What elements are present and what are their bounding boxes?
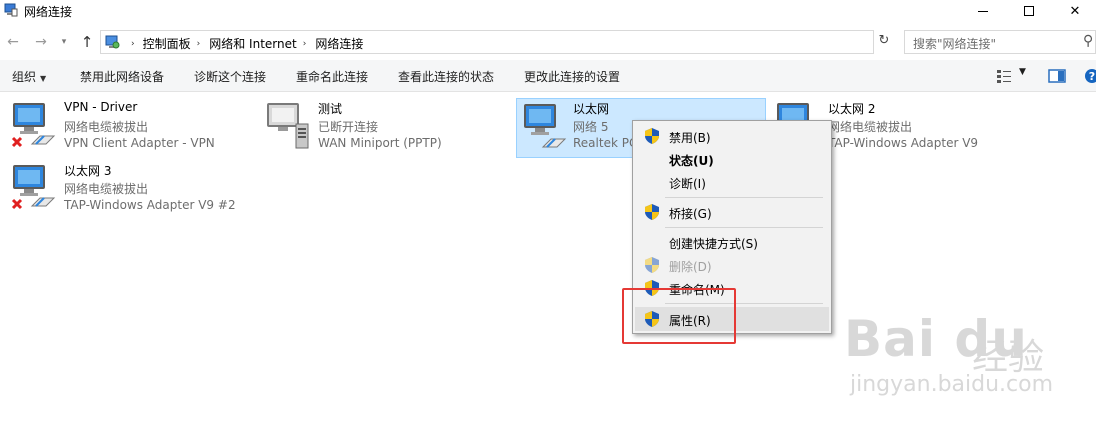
preview-pane-icon[interactable] bbox=[1048, 68, 1066, 84]
address-bar[interactable]: › 控制面板 › 网络和 Internet › 网络连接 ⌄ bbox=[100, 30, 968, 54]
menu-item-disable[interactable]: 禁用(B) bbox=[635, 125, 829, 147]
connection-name: VPN - Driver bbox=[64, 100, 138, 114]
menu-item-label: 禁用(B) bbox=[669, 131, 711, 145]
uac-shield-icon bbox=[645, 204, 659, 220]
network-disconnected-icon bbox=[11, 103, 56, 148]
dialup-connection-icon bbox=[267, 103, 309, 149]
diagnose-button[interactable]: 诊断这个连接 bbox=[194, 68, 266, 85]
breadcrumb-separator-icon[interactable]: › bbox=[197, 39, 201, 49]
connection-device: TAP-Windows Adapter V9 bbox=[828, 136, 979, 150]
menu-item-create-shortcut[interactable]: 创建快捷方式(S) bbox=[635, 231, 829, 253]
menu-item-label: 创建快捷方式(S) bbox=[669, 237, 758, 251]
connection-name: 以太网 bbox=[573, 102, 610, 116]
command-bar: 组织 ▼ 禁用此网络设备 诊断这个连接 重命名此连接 查看此连接的状态 更改此连接… bbox=[0, 60, 1096, 92]
menu-separator bbox=[665, 227, 823, 228]
menu-item-label: 状态(U) bbox=[669, 154, 714, 168]
breadcrumb-network-internet[interactable]: 网络和 Internet bbox=[209, 35, 296, 52]
close-button[interactable]: ✕ bbox=[1052, 0, 1096, 22]
uac-shield-icon bbox=[645, 128, 659, 144]
back-arrow-icon[interactable]: ← bbox=[4, 32, 22, 52]
connection-device: VPN Client Adapter - VPN bbox=[64, 136, 215, 150]
view-status-button[interactable]: 查看此连接的状态 bbox=[398, 68, 494, 85]
connection-name: 测试 bbox=[318, 102, 343, 116]
highlight-annotation-box bbox=[622, 288, 736, 344]
menu-item-diagnose[interactable]: 诊断(I) bbox=[635, 171, 829, 193]
recent-locations-chevron-icon[interactable]: ▾ bbox=[58, 32, 70, 52]
network-connections-icon bbox=[4, 3, 18, 17]
connection-item-test[interactable]: 测试 已断开连接 WAN Miniport (PPTP) bbox=[264, 100, 504, 158]
maximize-button[interactable] bbox=[1006, 0, 1052, 22]
menu-item-bridge[interactable]: 桥接(G) bbox=[635, 201, 829, 223]
breadcrumb: › 控制面板 › 网络和 Internet › 网络连接 bbox=[127, 35, 363, 52]
up-arrow-icon[interactable]: ↑ bbox=[78, 32, 96, 52]
network-connected-icon bbox=[524, 104, 567, 148]
control-panel-icon bbox=[105, 35, 120, 49]
minimize-button[interactable] bbox=[960, 0, 1006, 22]
menu-item-status[interactable]: 状态(U) bbox=[635, 148, 829, 170]
connection-status: 已断开连接 bbox=[318, 120, 379, 134]
menu-item-label: 诊断(I) bbox=[669, 177, 706, 191]
menu-item-label: 删除(D) bbox=[669, 260, 712, 274]
uac-shield-icon bbox=[645, 257, 659, 273]
connection-status: 网络电缆被拔出 bbox=[64, 120, 149, 134]
view-dropdown-chevron-icon[interactable]: ▼ bbox=[1019, 67, 1026, 77]
navigation-bar: ← → ▾ ↑ › 控制面板 › 网络和 Internet › 网络连接 ⌄ ↻… bbox=[0, 28, 1096, 56]
organize-button[interactable]: 组织 ▼ bbox=[12, 68, 46, 85]
chevron-down-icon: ▼ bbox=[40, 74, 47, 83]
breadcrumb-separator-icon[interactable]: › bbox=[303, 39, 307, 49]
menu-separator bbox=[665, 197, 823, 198]
search-icon[interactable]: ⚲ bbox=[1083, 33, 1093, 49]
connection-name: 以太网 3 bbox=[64, 164, 112, 178]
view-options-icon[interactable] bbox=[996, 68, 1012, 84]
menu-item-label: 桥接(G) bbox=[669, 207, 712, 221]
breadcrumb-network-connections[interactable]: 网络连接 bbox=[315, 35, 363, 52]
connection-status: 网络电缆被拔出 bbox=[64, 182, 149, 196]
connection-item-vpn-driver[interactable]: VPN - Driver 网络电缆被拔出 VPN Client Adapter … bbox=[10, 100, 250, 158]
connection-device: Realtek PC bbox=[573, 136, 638, 150]
connection-status: 网络 5 bbox=[573, 120, 609, 134]
help-icon[interactable]: ? bbox=[1084, 68, 1096, 84]
refresh-icon[interactable]: ↻ bbox=[876, 32, 892, 50]
organize-label: 组织 bbox=[12, 70, 37, 84]
network-disconnected-icon bbox=[11, 165, 56, 210]
svg-text:?: ? bbox=[1089, 70, 1095, 83]
title-bar: 网络连接 ✕ bbox=[0, 0, 1096, 22]
connection-name: 以太网 2 bbox=[828, 102, 876, 116]
change-settings-button[interactable]: 更改此连接的设置 bbox=[524, 68, 620, 85]
search-input[interactable]: 搜索"网络连接" bbox=[913, 35, 996, 52]
watermark-url: jingyan.baidu.com bbox=[850, 372, 1054, 397]
rename-button[interactable]: 重命名此连接 bbox=[296, 68, 368, 85]
window-title: 网络连接 bbox=[24, 5, 73, 19]
connection-status: 网络电缆被拔出 bbox=[828, 120, 913, 134]
connection-device: WAN Miniport (PPTP) bbox=[318, 136, 442, 150]
search-box[interactable]: 搜索"网络连接" ⚲ bbox=[904, 30, 1096, 54]
forward-arrow-icon[interactable]: → bbox=[32, 32, 50, 52]
breadcrumb-control-panel[interactable]: 控制面板 bbox=[143, 35, 191, 52]
menu-item-delete[interactable]: 删除(D) bbox=[635, 254, 829, 276]
disable-device-button[interactable]: 禁用此网络设备 bbox=[80, 68, 164, 85]
breadcrumb-separator-icon[interactable]: › bbox=[131, 39, 135, 49]
connection-item-ethernet-3[interactable]: 以太网 3 网络电缆被拔出 TAP-Windows Adapter V9 #2 bbox=[10, 162, 270, 220]
baidu-jingyan-watermark: Bai du 经验 jingyan.baidu.com bbox=[840, 300, 1096, 420]
connection-device: TAP-Windows Adapter V9 #2 bbox=[64, 198, 236, 212]
